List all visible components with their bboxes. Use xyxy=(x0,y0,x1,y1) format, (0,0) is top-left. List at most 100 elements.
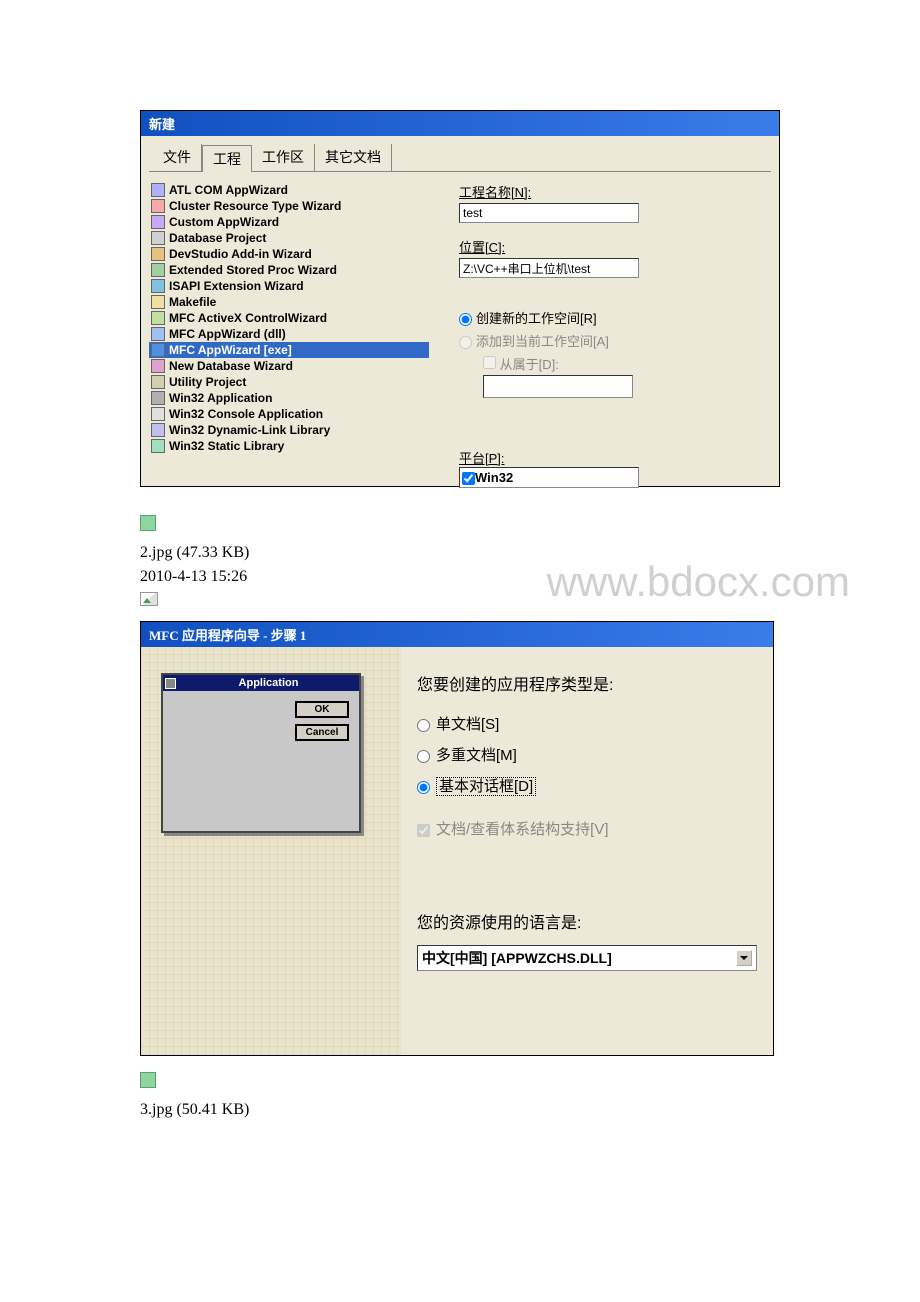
options-panel: 您要创建的应用程序类型是: 单文档[S] 多重文档[M] 基本对话框[D] 文档… xyxy=(401,647,773,1055)
project-type-icon xyxy=(151,439,165,453)
preview-ok-button: OK xyxy=(295,701,349,718)
list-item-label: Extended Stored Proc Wizard xyxy=(169,263,337,277)
project-type-icon xyxy=(151,215,165,229)
project-type-icon xyxy=(151,391,165,405)
list-item[interactable]: Win32 Application xyxy=(149,390,429,406)
project-type-list[interactable]: ATL COM AppWizard Cluster Resource Type W… xyxy=(149,182,429,502)
radio-dialog-based-input[interactable] xyxy=(417,781,430,794)
list-item[interactable]: Makefile xyxy=(149,294,429,310)
language-select[interactable]: 中文[中国] [APPWZCHS.DLL] xyxy=(417,945,757,971)
list-item-label: MFC AppWizard (dll) xyxy=(169,327,286,341)
docview-checkbox xyxy=(417,824,430,837)
list-item[interactable]: Database Project xyxy=(149,230,429,246)
dialog-content: ATL COM AppWizard Cluster Resource Type W… xyxy=(149,182,771,502)
preview-cancel-button: Cancel xyxy=(295,724,349,741)
radio-multi-doc-input[interactable] xyxy=(417,750,430,763)
dialog-titlebar[interactable]: 新建 xyxy=(141,111,779,136)
tab-other[interactable]: 其它文档 xyxy=(315,144,392,171)
project-name-group: 工程名称[N]: xyxy=(459,182,771,223)
preview-titlebar: Application xyxy=(163,675,359,691)
project-type-icon xyxy=(151,327,165,341)
list-item[interactable]: ISAPI Extension Wizard xyxy=(149,278,429,294)
radio-multi-doc[interactable]: 多重文档[M] xyxy=(417,744,757,765)
project-name-label: 工程名称[N]: xyxy=(459,182,771,201)
depend-input xyxy=(483,375,633,398)
platform-win32-label: Win32 xyxy=(475,470,513,485)
project-name-input[interactable] xyxy=(459,203,639,223)
project-type-icon xyxy=(151,183,165,197)
list-item-label: Database Project xyxy=(169,231,266,245)
project-type-icon xyxy=(151,263,165,277)
dialog-body: 文件 工程 工作区 其它文档 ATL COM AppWizard Cluster … xyxy=(141,136,779,486)
tab-workspace[interactable]: 工作区 xyxy=(252,144,315,171)
download-icon[interactable] xyxy=(140,515,156,531)
project-type-icon xyxy=(151,279,165,293)
list-item-label: Win32 Static Library xyxy=(169,439,284,453)
mfc-wizard-dialog: MFC 应用程序向导 - 步骤 1 Application OK Cancel … xyxy=(140,621,774,1056)
download-icon-2[interactable] xyxy=(140,1072,156,1088)
list-item[interactable]: Cluster Resource Type Wizard xyxy=(149,198,429,214)
wizard-titlebar[interactable]: MFC 应用程序向导 - 步骤 1 xyxy=(141,622,773,647)
radio-dialog-based[interactable]: 基本对话框[D] xyxy=(417,775,757,796)
list-item[interactable]: New Database Wizard xyxy=(149,358,429,374)
list-item[interactable]: Utility Project xyxy=(149,374,429,390)
radio-multi-doc-label: 多重文档[M] xyxy=(436,747,517,764)
list-item-label: Custom AppWizard xyxy=(169,215,279,229)
preview-window: Application OK Cancel xyxy=(161,673,361,833)
project-type-icon xyxy=(151,407,165,421)
radio-new-workspace-label: 创建新的工作空间[R] xyxy=(476,311,597,326)
radio-single-doc[interactable]: 单文档[S] xyxy=(417,713,757,734)
list-item[interactable]: MFC ActiveX ControlWizard xyxy=(149,310,429,326)
list-item-label: MFC AppWizard [exe] xyxy=(169,343,292,357)
wizard-body: Application OK Cancel 您要创建的应用程序类型是: 单文档[… xyxy=(141,647,773,1055)
list-item-label: Cluster Resource Type Wizard xyxy=(169,199,341,213)
list-item-label: Makefile xyxy=(169,295,216,309)
platform-win32-checkbox[interactable] xyxy=(462,472,475,485)
list-item[interactable]: MFC AppWizard [exe] xyxy=(149,342,429,358)
tab-project[interactable]: 工程 xyxy=(202,145,252,172)
project-type-icon xyxy=(151,199,165,213)
list-item[interactable]: Win32 Static Library xyxy=(149,438,429,454)
list-item[interactable]: Win32 Dynamic-Link Library xyxy=(149,422,429,438)
project-type-icon xyxy=(151,247,165,261)
timestamp-row: 2010-4-13 15:26 www.bdocx.com xyxy=(140,568,780,586)
list-item-label: ISAPI Extension Wizard xyxy=(169,279,304,293)
workspace-radio-group: 创建新的工作空间[R] 添加到当前工作空间[A] 从属于[D]: xyxy=(459,308,771,398)
list-item[interactable]: Custom AppWizard xyxy=(149,214,429,230)
radio-add-workspace: 添加到当前工作空间[A] xyxy=(459,331,771,350)
docview-support-check: 文档/查看体系结构支持[V] xyxy=(417,818,757,839)
image-caption-1: 2.jpg (47.33 KB) xyxy=(140,544,780,562)
preview-inner: OK Cancel xyxy=(163,691,359,751)
list-item[interactable]: MFC AppWizard (dll) xyxy=(149,326,429,342)
timestamp-1: 2010-4-13 15:26 xyxy=(140,568,780,586)
project-type-icon xyxy=(151,359,165,373)
list-item[interactable]: ATL COM AppWizard xyxy=(149,182,429,198)
project-type-icon xyxy=(151,311,165,325)
project-type-icon xyxy=(151,231,165,245)
list-item[interactable]: Win32 Console Application xyxy=(149,406,429,422)
depend-check: 从属于[D]: xyxy=(483,354,771,373)
image-placeholder-icon xyxy=(140,592,158,606)
platform-group: 平台[P]: Win32 xyxy=(459,448,771,488)
tab-file[interactable]: 文件 xyxy=(153,144,202,171)
radio-single-doc-input[interactable] xyxy=(417,719,430,732)
list-item[interactable]: Extended Stored Proc Wizard xyxy=(149,262,429,278)
location-group: 位置[C]: xyxy=(459,237,771,278)
app-type-question: 您要创建的应用程序类型是: xyxy=(417,671,757,695)
depend-checkbox xyxy=(483,356,496,369)
list-item-label: Win32 Dynamic-Link Library xyxy=(169,423,330,437)
project-type-icon xyxy=(151,295,165,309)
project-type-icon xyxy=(151,375,165,389)
platform-listbox[interactable]: Win32 xyxy=(459,467,639,488)
dropdown-icon[interactable] xyxy=(736,950,752,966)
list-item-label: ATL COM AppWizard xyxy=(169,183,288,197)
location-input[interactable] xyxy=(459,258,639,278)
list-item-label: Win32 Console Application xyxy=(169,407,323,421)
list-item[interactable]: DevStudio Add-in Wizard xyxy=(149,246,429,262)
list-item-label: Utility Project xyxy=(169,375,246,389)
preview-title-text: Application xyxy=(180,677,357,689)
project-type-icon xyxy=(151,343,165,357)
radio-new-workspace[interactable]: 创建新的工作空间[R] xyxy=(459,308,771,327)
list-item-label: New Database Wizard xyxy=(169,359,293,373)
radio-new-workspace-input[interactable] xyxy=(459,313,472,326)
